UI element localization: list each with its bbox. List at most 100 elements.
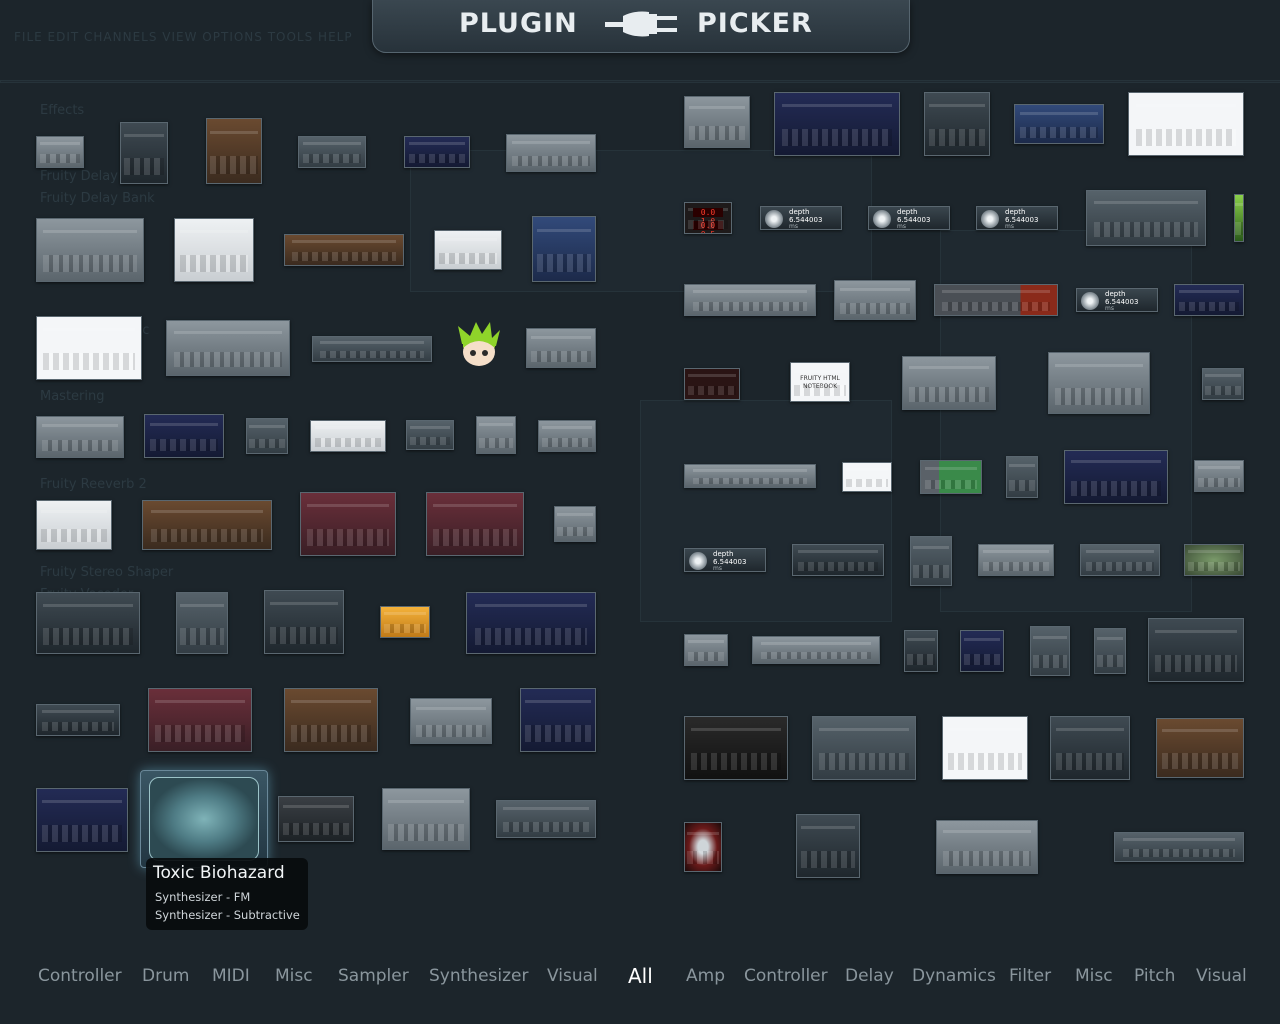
plugin-thumbnail[interactable] <box>264 590 344 654</box>
plugin-thumbnail-selected[interactable] <box>140 770 268 868</box>
plugin-thumbnail[interactable] <box>36 500 112 550</box>
plugin-thumbnail[interactable] <box>380 606 430 638</box>
plugin-thumbnail[interactable] <box>1030 626 1070 676</box>
plugin-thumbnail[interactable] <box>684 822 722 872</box>
plugin-thumbnail[interactable] <box>312 336 432 362</box>
plugin-thumbnail[interactable] <box>1128 92 1244 156</box>
filter-effect-pitch[interactable]: Pitch <box>1134 966 1175 986</box>
plugin-thumbnail[interactable] <box>476 416 516 454</box>
plugin-thumbnail[interactable] <box>978 544 1054 576</box>
plugin-thumbnail[interactable] <box>684 96 750 148</box>
plugin-thumbnail[interactable] <box>1114 832 1244 862</box>
plugin-thumbnail[interactable] <box>960 630 1004 672</box>
plugin-thumbnail[interactable] <box>920 460 982 494</box>
filter-effect-delay[interactable]: Delay <box>845 966 894 986</box>
plugin-thumbnail[interactable] <box>284 688 378 752</box>
plugin-thumbnail[interactable] <box>142 500 272 550</box>
plugin-thumbnail[interactable] <box>902 356 996 410</box>
plugin-thumbnail[interactable] <box>936 820 1038 874</box>
plugin-thumbnail[interactable] <box>910 536 952 586</box>
plugin-thumbnail[interactable] <box>774 92 900 156</box>
plugin-thumbnail[interactable] <box>1234 194 1244 242</box>
plugin-thumbnail[interactable] <box>684 368 740 400</box>
plugin-thumbnail[interactable] <box>144 414 224 458</box>
plugin-thumbnail[interactable] <box>176 592 228 654</box>
plugin-thumbnail[interactable] <box>812 716 916 780</box>
plugin-thumbnail[interactable] <box>174 218 254 282</box>
plugin-thumbnail[interactable] <box>1014 104 1104 144</box>
plugin-thumbnail[interactable] <box>942 716 1028 780</box>
plugin-thumbnail[interactable] <box>520 688 596 752</box>
plugin-thumbnail[interactable] <box>120 122 168 184</box>
plugin-thumbnail[interactable] <box>246 418 288 454</box>
plugin-thumbnail[interactable] <box>466 592 596 654</box>
filter-generator-synthesizer[interactable]: Synthesizer <box>429 966 528 986</box>
plugin-thumbnail[interactable] <box>36 218 144 282</box>
filter-effect-controller[interactable]: Controller <box>744 966 828 986</box>
filter-effect-filter[interactable]: Filter <box>1009 966 1051 986</box>
plugin-thumbnail[interactable] <box>426 492 524 556</box>
notebook-plugin-thumbnail[interactable]: FRUITY HTML NOTEBOOK <box>790 362 850 402</box>
filter-generator-visual[interactable]: Visual <box>547 966 598 986</box>
plugin-thumbnail[interactable] <box>554 506 596 542</box>
plugin-thumbnail[interactable] <box>684 284 816 316</box>
plugin-thumbnail[interactable] <box>752 636 880 664</box>
plugin-thumbnail[interactable] <box>1194 460 1244 492</box>
plugin-thumbnail[interactable] <box>496 800 596 838</box>
plugin-thumbnail[interactable] <box>538 420 596 452</box>
filter-effect-amp[interactable]: Amp <box>686 966 725 986</box>
plugin-thumbnail[interactable] <box>298 136 366 168</box>
depth-plugin-thumbnail[interactable]: depth 6.544003 ms <box>868 206 950 230</box>
depth-plugin-thumbnail[interactable]: depth 6.544003 ms <box>976 206 1058 230</box>
plugin-thumbnail[interactable] <box>834 280 916 320</box>
plugin-thumbnail[interactable] <box>36 136 84 168</box>
filter-generator-misc[interactable]: Misc <box>275 966 313 986</box>
plugin-thumbnail[interactable] <box>1202 368 1244 400</box>
plugin-thumbnail[interactable] <box>684 634 728 666</box>
character-icon[interactable] <box>456 320 502 368</box>
plugin-thumbnail[interactable] <box>310 420 386 452</box>
plugin-thumbnail[interactable] <box>532 216 596 282</box>
plugin-thumbnail[interactable]: 0.0 1.0 0.0 0.5 <box>684 202 732 234</box>
plugin-thumbnail[interactable] <box>526 328 596 368</box>
filter-generator-drum[interactable]: Drum <box>142 966 189 986</box>
plugin-thumbnail[interactable] <box>1086 190 1206 246</box>
depth-plugin-thumbnail[interactable]: depth 6.544003 ms <box>684 548 766 572</box>
plugin-thumbnail[interactable] <box>1184 544 1244 576</box>
plugin-thumbnail[interactable] <box>1064 450 1168 504</box>
filter-effect-misc[interactable]: Misc <box>1075 966 1113 986</box>
plugin-thumbnail[interactable] <box>684 716 788 780</box>
plugin-thumbnail[interactable] <box>1050 716 1130 780</box>
plugin-thumbnail[interactable] <box>300 492 396 556</box>
plugin-thumbnail[interactable] <box>1148 618 1244 682</box>
depth-plugin-thumbnail[interactable]: depth 6.544003 ms <box>1076 288 1158 312</box>
plugin-thumbnail[interactable] <box>284 234 404 266</box>
plugin-thumbnail[interactable] <box>904 630 938 672</box>
plugin-thumbnail[interactable] <box>434 230 502 270</box>
plugin-thumbnail[interactable] <box>506 134 596 172</box>
plugin-thumbnail[interactable] <box>382 788 470 850</box>
plugin-thumbnail[interactable] <box>1006 456 1038 498</box>
plugin-thumbnail[interactable] <box>1094 628 1126 674</box>
plugin-thumbnail[interactable] <box>1156 718 1244 778</box>
plugin-thumbnail[interactable] <box>36 704 120 736</box>
plugin-thumbnail[interactable] <box>842 462 892 492</box>
plugin-thumbnail[interactable] <box>36 592 140 654</box>
plugin-thumbnail[interactable] <box>1048 352 1150 414</box>
filter-generator-midi[interactable]: MIDI <box>212 966 250 986</box>
filter-all[interactable]: All <box>628 964 653 988</box>
plugin-thumbnail[interactable] <box>934 284 1058 316</box>
plugin-thumbnail[interactable] <box>206 118 262 184</box>
plugin-thumbnail[interactable] <box>684 464 816 488</box>
filter-generator-controller[interactable]: Controller <box>38 966 122 986</box>
plugin-thumbnail[interactable] <box>406 420 454 450</box>
plugin-thumbnail[interactable] <box>36 416 124 458</box>
filter-generator-sampler[interactable]: Sampler <box>338 966 409 986</box>
plugin-thumbnail[interactable] <box>36 788 128 852</box>
plugin-thumbnail[interactable] <box>924 92 990 156</box>
plugin-thumbnail[interactable] <box>166 320 290 376</box>
plugin-thumbnail[interactable] <box>792 544 884 576</box>
plugin-thumbnail[interactable] <box>404 136 470 168</box>
filter-effect-dynamics[interactable]: Dynamics <box>912 966 996 986</box>
plugin-thumbnail[interactable] <box>148 688 252 752</box>
